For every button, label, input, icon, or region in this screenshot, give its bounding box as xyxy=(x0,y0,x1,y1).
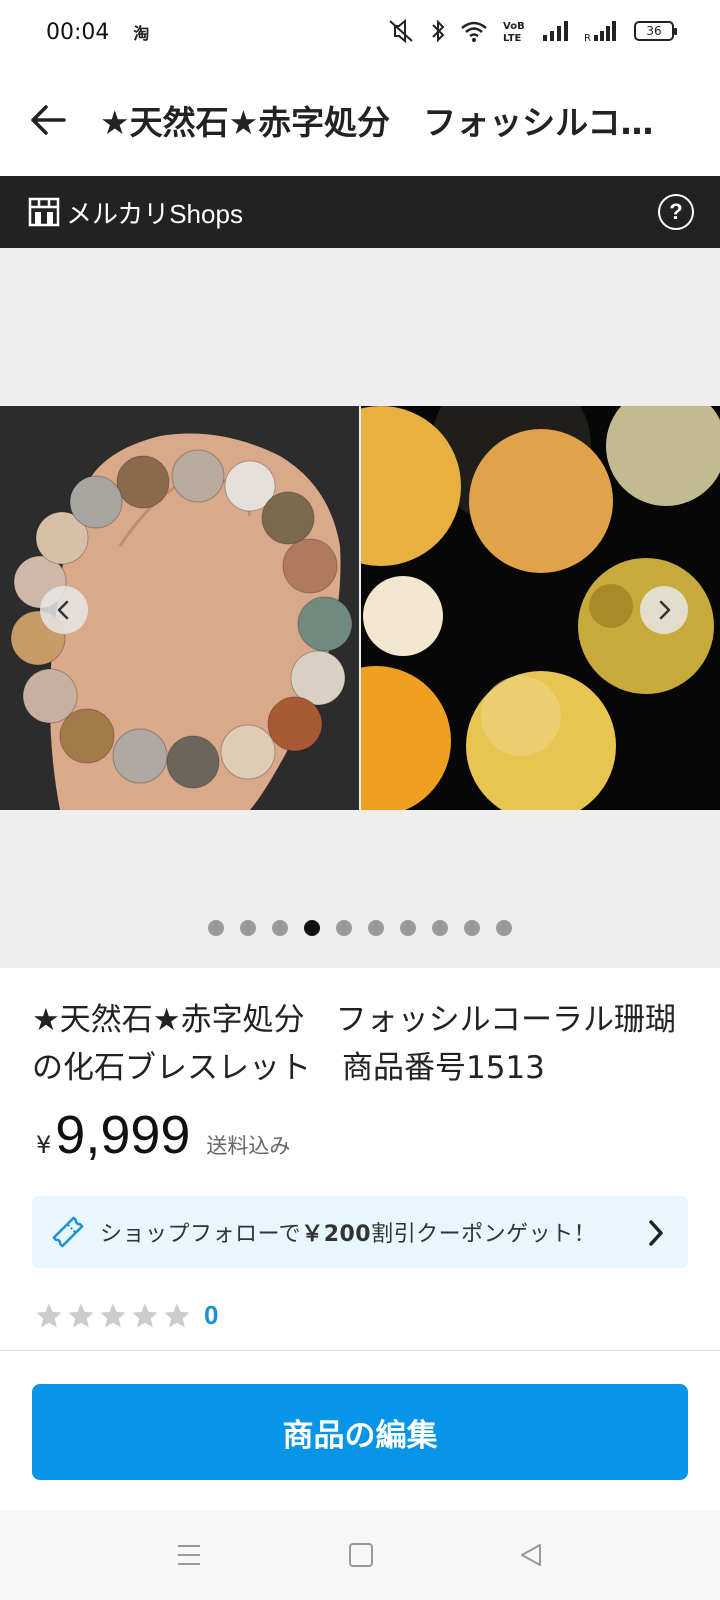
carrier-icon: 淘 xyxy=(133,24,150,43)
shops-label: メルカリShops xyxy=(66,198,243,229)
pagination-dot[interactable] xyxy=(496,920,512,936)
chevron-right-icon xyxy=(649,1220,663,1246)
currency-symbol: ¥ xyxy=(36,1131,52,1159)
coupon-text-after: 割引クーポンゲット！ xyxy=(371,1222,597,1247)
coupon-amount: ￥200 xyxy=(301,1222,372,1247)
shop-rating[interactable]: 0 xyxy=(34,1300,218,1331)
shop-icon xyxy=(28,197,60,227)
arrow-left-icon xyxy=(31,105,66,135)
pagination-dot[interactable] xyxy=(304,920,320,936)
back-triangle-icon[interactable] xyxy=(518,1542,544,1568)
chevron-left-icon xyxy=(57,600,69,620)
pagination-dot[interactable] xyxy=(208,920,224,936)
volte-icon: VoBLTE xyxy=(503,21,525,44)
signal-r-icon: R xyxy=(584,21,616,42)
status-bar: 00:04 淘 VoB LTE R 36 xyxy=(0,0,720,64)
pagination-dot[interactable] xyxy=(272,920,288,936)
star-icon xyxy=(132,1303,158,1327)
coupon-text-before: ショップフォローで xyxy=(100,1222,302,1247)
help-icon[interactable]: ? xyxy=(658,194,694,230)
svg-text:R: R xyxy=(584,33,591,42)
pagination-dot[interactable] xyxy=(400,920,416,936)
bluetooth-icon xyxy=(432,19,445,43)
pagination-dot[interactable] xyxy=(368,920,384,936)
svg-text:VoB: VoB xyxy=(503,21,525,32)
chevron-right-icon xyxy=(659,600,671,620)
price-row: ¥ 9,999 送料込み xyxy=(36,1104,290,1166)
svg-text:LTE: LTE xyxy=(503,33,522,44)
shipping-note: 送料込み xyxy=(206,1134,291,1158)
mute-icon xyxy=(389,18,413,44)
coupon-ticket-icon xyxy=(52,1216,84,1248)
status-time: 00:04 xyxy=(46,19,110,45)
coupon-banner[interactable]: ショップフォローで￥200割引クーポンゲット！ xyxy=(32,1196,688,1268)
coupon-text: ショップフォローで￥200割引クーポンゲット！ xyxy=(100,1216,596,1248)
gallery-prev-button[interactable] xyxy=(40,586,88,634)
signal-icon xyxy=(543,21,568,41)
product-title: ★天然石★赤字処分 フォッシルコーラル珊瑚の化石ブレスレット 商品番号1513 xyxy=(32,1002,676,1086)
star-icon xyxy=(36,1303,62,1327)
back-button[interactable] xyxy=(20,92,76,148)
menu-icon[interactable] xyxy=(176,1542,202,1568)
gallery-pagination xyxy=(0,920,720,936)
wifi-icon xyxy=(461,21,487,42)
pagination-dot[interactable] xyxy=(464,920,480,936)
page-title: ★天然石★赤字処分 フォッシルコーラル珊瑚の化石ブレスレット 商品番号1513 xyxy=(100,103,678,142)
pagination-dot[interactable] xyxy=(432,920,448,936)
star-icon xyxy=(164,1303,190,1327)
edit-item-button[interactable]: 商品の編集 xyxy=(32,1384,688,1480)
product-price: 9,999 xyxy=(55,1105,191,1165)
gallery-next-button[interactable] xyxy=(640,586,688,634)
battery-icon: 36 xyxy=(634,21,677,41)
star-icon xyxy=(68,1303,94,1327)
home-icon[interactable] xyxy=(348,1542,374,1568)
system-nav-bar xyxy=(0,1510,720,1600)
pagination-dot[interactable] xyxy=(336,920,352,936)
divider xyxy=(0,1350,720,1351)
shops-bar: メルカリShops ? xyxy=(0,176,720,248)
star-icon xyxy=(100,1303,126,1327)
rating-count: 0 xyxy=(204,1300,219,1330)
status-icons: VoB LTE R 36 xyxy=(386,18,677,44)
app-header: ★天然石★赤字処分 フォッシルコーラル珊瑚の化石ブレスレット 商品番号1513 xyxy=(0,64,720,176)
pagination-dot[interactable] xyxy=(240,920,256,936)
image-gallery[interactable] xyxy=(0,248,720,968)
